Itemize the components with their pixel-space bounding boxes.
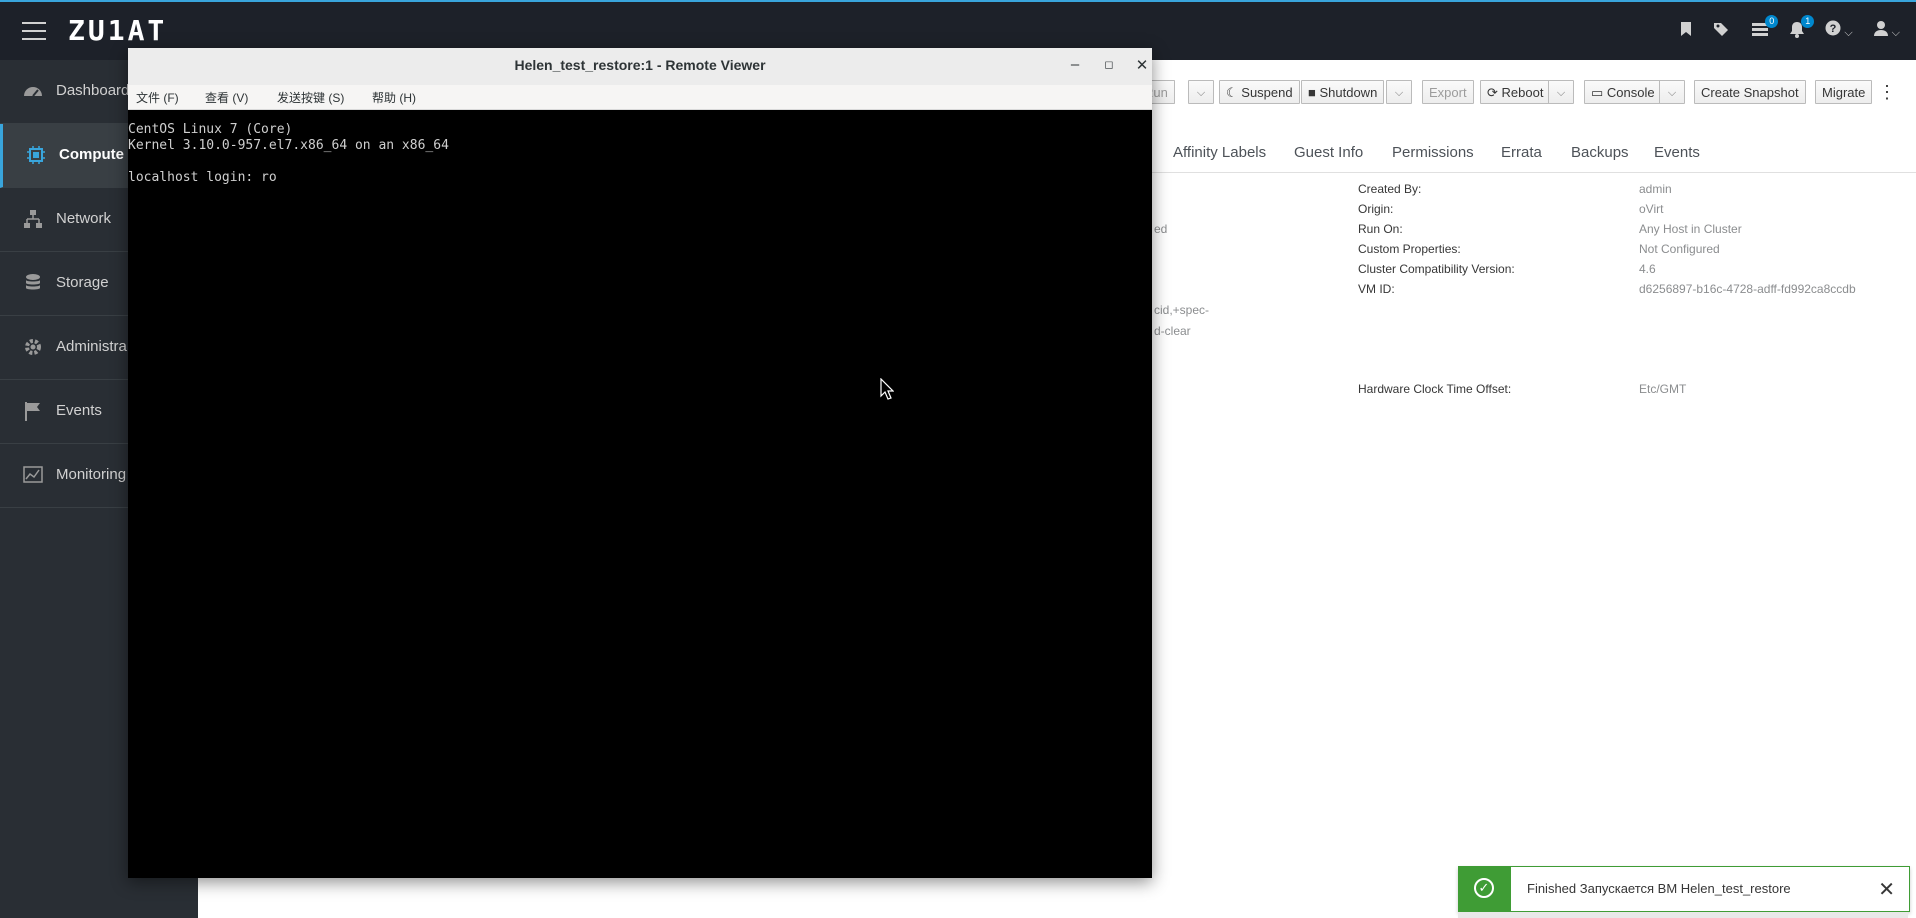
tab-backups[interactable]: Backups (1571, 144, 1629, 161)
sidebar-item-label: Compute (59, 146, 124, 163)
sidebar-item-label: Dashboard (56, 82, 130, 99)
property-label: VM ID: (1358, 282, 1395, 296)
masthead-actions: 0 1 ? ⌵ ⌵ (1679, 14, 1900, 43)
bookmark-icon[interactable] (1679, 21, 1693, 42)
tags-icon[interactable] (1713, 21, 1731, 42)
console-button[interactable]: ▭ Console (1584, 80, 1662, 104)
checkmark-icon: ✓ (1474, 878, 1494, 898)
property-value: Not Configured (1639, 242, 1720, 256)
sidebar-item-label: Network (56, 210, 112, 227)
property-label: Origin: (1358, 202, 1394, 216)
help-icon[interactable]: ? ⌵ (1825, 20, 1853, 43)
migrate-button[interactable]: Migrate (1815, 80, 1873, 104)
reboot-dropdown-button[interactable]: ⌵ (1548, 80, 1574, 104)
bell-icon[interactable]: 1 (1789, 14, 1815, 43)
sidebar-item-label: Monitoring (56, 466, 127, 483)
flag-icon (25, 402, 40, 421)
more-actions-icon[interactable]: ⋮ (1878, 80, 1896, 104)
reboot-button[interactable]: ⟳ Reboot (1480, 80, 1551, 104)
shutdown-dropdown-button[interactable]: ⌵ (1386, 80, 1412, 104)
property-fragment: cid,+spec- (1154, 303, 1210, 317)
property-value: Etc/GMT (1639, 382, 1687, 396)
chevron-down-icon: ⌵ (1891, 27, 1900, 39)
property-value: oVirt (1639, 202, 1664, 216)
console-line: CentOS Linux 7 (Core) (128, 122, 293, 137)
gear-icon (25, 339, 41, 355)
user-icon[interactable]: ⌵ (1873, 20, 1900, 43)
reboot-label: Reboot (1501, 85, 1544, 100)
chip-icon (27, 146, 45, 164)
stop-icon: ■ (1308, 85, 1316, 100)
window-titlebar[interactable]: Helen_test_restore:1 - Remote Viewer – ◻… (128, 48, 1152, 86)
svg-text:?: ? (1830, 23, 1837, 35)
toast-message: Finished Запускается ВМ Helen_test_resto… (1527, 881, 1791, 896)
monitor-icon: ▭ (1591, 85, 1604, 100)
property-fragment: d-clear (1154, 324, 1191, 338)
sidebar-item-label: Storage (56, 274, 109, 291)
menu-help[interactable]: 帮助 (H) (372, 89, 416, 106)
menu-file[interactable]: 文件 (F) (136, 89, 179, 106)
window-title: Helen_test_restore:1 - Remote Viewer (514, 57, 766, 73)
property-label: Custom Properties: (1358, 242, 1461, 256)
tab-errata[interactable]: Errata (1501, 144, 1542, 161)
property-label: Created By: (1358, 182, 1422, 196)
success-toast: ✓ Finished Запускается ВМ Helen_test_res… (1458, 866, 1910, 912)
console-label: Console (1606, 85, 1655, 100)
create-snapshot-button[interactable]: Create Snapshot (1694, 80, 1806, 104)
close-icon[interactable]: ✕ (1878, 877, 1895, 902)
shutdown-label: Shutdown (1319, 85, 1378, 100)
run-dropdown-button[interactable]: ⌵ (1188, 80, 1214, 104)
maximize-icon[interactable]: ◻ (1099, 58, 1119, 71)
tasks-badge: 0 (1765, 15, 1779, 28)
tab-guest-info[interactable]: Guest Info (1294, 144, 1363, 161)
sidebar-item-label: Events (56, 402, 102, 419)
database-icon (26, 274, 40, 290)
network-icon (24, 210, 42, 228)
toast-status-bar: ✓ (1459, 867, 1511, 911)
console-dropdown-button[interactable]: ⌵ (1659, 80, 1685, 104)
tab-permissions[interactable]: Permissions (1392, 144, 1474, 161)
property-value: admin (1639, 182, 1672, 196)
suspend-button[interactable]: ☾ Suspend (1219, 80, 1300, 104)
remote-viewer-window: Helen_test_restore:1 - Remote Viewer – ◻… (128, 48, 1152, 878)
refresh-icon: ⟳ (1487, 85, 1498, 100)
tab-affinity-labels[interactable]: Affinity Labels (1173, 144, 1266, 161)
brand-logo[interactable]: ZU1AT (68, 14, 167, 47)
mouse-pointer-icon (880, 378, 894, 400)
console-line: localhost login: ro (128, 170, 277, 185)
hamburger-menu-icon[interactable] (22, 22, 46, 40)
tab-events[interactable]: Events (1654, 144, 1700, 161)
tasks-icon[interactable]: 0 (1751, 15, 1779, 42)
notifications-badge: 1 (1801, 14, 1815, 28)
chart-icon (23, 466, 43, 483)
menu-view[interactable]: 查看 (V) (205, 89, 248, 106)
menu-send-key[interactable]: 发送按键 (S) (277, 89, 344, 106)
property-value: 4.6 (1639, 262, 1656, 276)
sidebar-item-label: Administra (56, 338, 127, 355)
toast-stack-edge (1458, 912, 1908, 918)
console-line: Kernel 3.10.0-957.el7.x86_64 on an x86_6… (128, 138, 449, 153)
chevron-down-icon: ⌵ (1844, 27, 1853, 39)
moon-icon: ☾ (1226, 85, 1238, 100)
property-value: Any Host in Cluster (1639, 222, 1742, 236)
dashboard-icon (24, 87, 42, 97)
suspend-label: Suspend (1241, 85, 1293, 100)
minimize-icon[interactable]: – (1065, 56, 1085, 73)
close-icon[interactable]: ✕ (1132, 56, 1152, 74)
export-button[interactable]: Export (1422, 80, 1474, 104)
vm-console-screen[interactable]: CentOS Linux 7 (Core) Kernel 3.10.0-957.… (128, 110, 1152, 878)
window-menubar: 文件 (F) 查看 (V) 发送按键 (S) 帮助 (H) (128, 85, 1152, 110)
property-fragment: ed (1154, 222, 1168, 236)
property-label: Cluster Compatibility Version: (1358, 262, 1515, 276)
property-value: d6256897-b16c-4728-adff-fd992ca8ccdb (1639, 282, 1856, 296)
property-label: Hardware Clock Time Offset: (1358, 382, 1512, 396)
property-label: Run On: (1358, 222, 1403, 236)
shutdown-button[interactable]: ■ Shutdown (1301, 80, 1385, 104)
